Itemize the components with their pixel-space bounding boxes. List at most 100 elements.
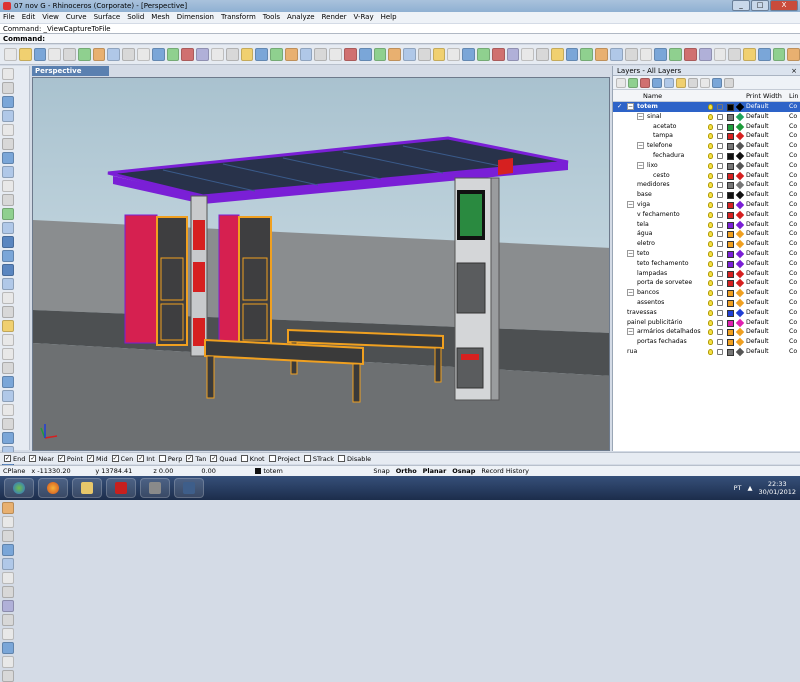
layer-print-width[interactable]: Default xyxy=(746,141,769,151)
toolbar-tool-icon[interactable] xyxy=(624,48,638,61)
layer-linetype[interactable]: Co xyxy=(789,220,797,230)
side-tool-icon[interactable] xyxy=(2,502,14,514)
layer-print-width[interactable]: Default xyxy=(746,151,769,161)
toolbar-tool-icon[interactable] xyxy=(432,48,446,61)
toolbar-tool-icon[interactable] xyxy=(550,48,564,61)
toolbar-tool-icon[interactable] xyxy=(270,48,283,61)
side-tool-icon[interactable] xyxy=(2,362,14,374)
toolbar-tool-icon[interactable] xyxy=(787,48,800,61)
layer-lock-icon[interactable] xyxy=(717,211,723,218)
taskbar-explorer[interactable] xyxy=(72,478,102,498)
layer-row[interactable]: medidores Default Co xyxy=(613,180,800,190)
osnap-checkbox[interactable] xyxy=(338,455,346,462)
taskbar-acrobat[interactable] xyxy=(106,478,136,498)
layer-name[interactable]: teto xyxy=(637,249,649,259)
layer-color-swatch[interactable] xyxy=(727,319,734,327)
layer-linetype[interactable]: Co xyxy=(789,112,797,122)
layer-material-icon[interactable] xyxy=(735,328,745,337)
layer-visible-icon[interactable] xyxy=(708,172,713,179)
layer-linetype[interactable]: Co xyxy=(789,141,797,151)
layer-name[interactable]: bancos xyxy=(637,288,659,298)
layer-visible-icon[interactable] xyxy=(708,260,713,267)
layer-row[interactable]: − viga Default Co xyxy=(613,200,800,210)
toolbar-tool-icon[interactable] xyxy=(166,48,180,61)
osnap-checkbox[interactable] xyxy=(240,455,248,462)
layer-lock-icon[interactable] xyxy=(717,290,723,297)
osnap-knot[interactable]: Knot xyxy=(240,455,265,463)
layer-color-swatch[interactable] xyxy=(727,241,734,249)
layer-visible-icon[interactable] xyxy=(708,182,713,189)
layer-print-width[interactable]: Default xyxy=(746,318,769,328)
layer-color-swatch[interactable] xyxy=(727,329,734,337)
layer-linetype[interactable]: Co xyxy=(789,151,797,161)
layer-color-swatch[interactable] xyxy=(727,260,734,268)
layer-lock-icon[interactable] xyxy=(717,280,723,287)
layer-visible-icon[interactable] xyxy=(708,143,713,150)
layer-material-icon[interactable] xyxy=(735,132,745,141)
layer-lock-icon[interactable] xyxy=(717,133,723,140)
layer-visible-icon[interactable] xyxy=(708,290,713,297)
osnap-checkbox[interactable]: ✓ xyxy=(29,455,37,462)
layer-color-swatch[interactable] xyxy=(727,104,734,111)
layer-print-width[interactable]: Default xyxy=(746,298,769,308)
layer-material-icon[interactable] xyxy=(735,102,745,112)
layer-color-swatch[interactable] xyxy=(727,123,734,131)
layer-print-width[interactable]: Default xyxy=(746,259,769,269)
perspective-viewport[interactable] xyxy=(32,77,610,451)
layer-name[interactable]: portas fechadas xyxy=(637,337,687,347)
layer-visible-icon[interactable] xyxy=(708,348,713,355)
column-linetype[interactable]: Lin xyxy=(789,90,799,101)
layer-color-swatch[interactable] xyxy=(727,280,734,288)
layer-row[interactable]: painel publicitário Default Co xyxy=(613,318,800,328)
layer-color-swatch[interactable] xyxy=(727,192,734,200)
layer-linetype[interactable]: Co xyxy=(789,318,797,328)
layer-material-icon[interactable] xyxy=(735,161,745,171)
layer-name[interactable]: v fechamento xyxy=(637,210,680,220)
rhino-app-icon[interactable] xyxy=(3,2,11,10)
layer-row[interactable]: teto fechamento Default Co xyxy=(613,259,800,269)
layer-lock-icon[interactable] xyxy=(717,182,723,189)
language-indicator[interactable]: PT xyxy=(734,484,742,492)
toolbar-tool-icon[interactable] xyxy=(240,48,254,61)
layer-color-swatch[interactable] xyxy=(727,250,734,258)
toolbar-tool-icon[interactable] xyxy=(137,48,150,61)
layer-row[interactable]: tampa Default Co xyxy=(613,131,800,141)
layer-visible-icon[interactable] xyxy=(708,192,713,199)
menu-edit[interactable]: Edit xyxy=(22,12,36,23)
toolbar-tool-icon[interactable] xyxy=(521,48,535,61)
layer-material-icon[interactable] xyxy=(735,259,745,268)
layer-name[interactable]: base xyxy=(637,190,652,200)
layer-lock-icon[interactable] xyxy=(717,241,723,248)
osnap-tan[interactable]: ✓ Tan xyxy=(186,455,206,463)
layer-row[interactable]: ✓ − totem Default Co xyxy=(613,102,800,112)
toolbar-tool-icon[interactable] xyxy=(107,48,121,61)
layer-lock-icon[interactable] xyxy=(717,104,723,110)
layer-lock-icon[interactable] xyxy=(717,319,723,326)
layer-row[interactable]: − bancos Default Co xyxy=(613,288,800,298)
layer-name[interactable]: medidores xyxy=(637,180,670,190)
menu-render[interactable]: Render xyxy=(322,12,347,23)
toolbar-tool-icon[interactable] xyxy=(4,48,17,61)
layer-color-swatch[interactable] xyxy=(727,201,734,209)
osnap-strack[interactable]: STrack xyxy=(303,455,334,463)
toolbar-tool-icon[interactable] xyxy=(358,48,372,61)
side-tool-icon[interactable] xyxy=(2,96,14,108)
layer-visible-icon[interactable] xyxy=(708,270,713,277)
layer-linetype[interactable]: Co xyxy=(789,171,797,181)
toolbar-tool-icon[interactable] xyxy=(403,48,416,61)
layer-linetype[interactable]: Co xyxy=(789,337,797,347)
side-tool-icon[interactable] xyxy=(2,628,14,640)
toolbar-tool-icon[interactable] xyxy=(698,48,712,61)
close-button[interactable]: X xyxy=(770,0,798,11)
layer-name[interactable]: lixo xyxy=(647,161,658,171)
layer-linetype[interactable]: Co xyxy=(789,269,797,279)
layer-linetype[interactable]: Co xyxy=(789,200,797,210)
layer-linetype[interactable]: Co xyxy=(789,298,797,308)
layer-print-width[interactable]: Default xyxy=(746,180,769,190)
toolbar-tool-icon[interactable] xyxy=(447,48,461,61)
side-tool-icon[interactable] xyxy=(2,138,14,150)
menu-help[interactable]: Help xyxy=(381,12,397,23)
layer-color-swatch[interactable] xyxy=(727,143,734,151)
layer-linetype[interactable]: Co xyxy=(789,327,797,337)
toolbar-tool-icon[interactable] xyxy=(506,48,520,61)
